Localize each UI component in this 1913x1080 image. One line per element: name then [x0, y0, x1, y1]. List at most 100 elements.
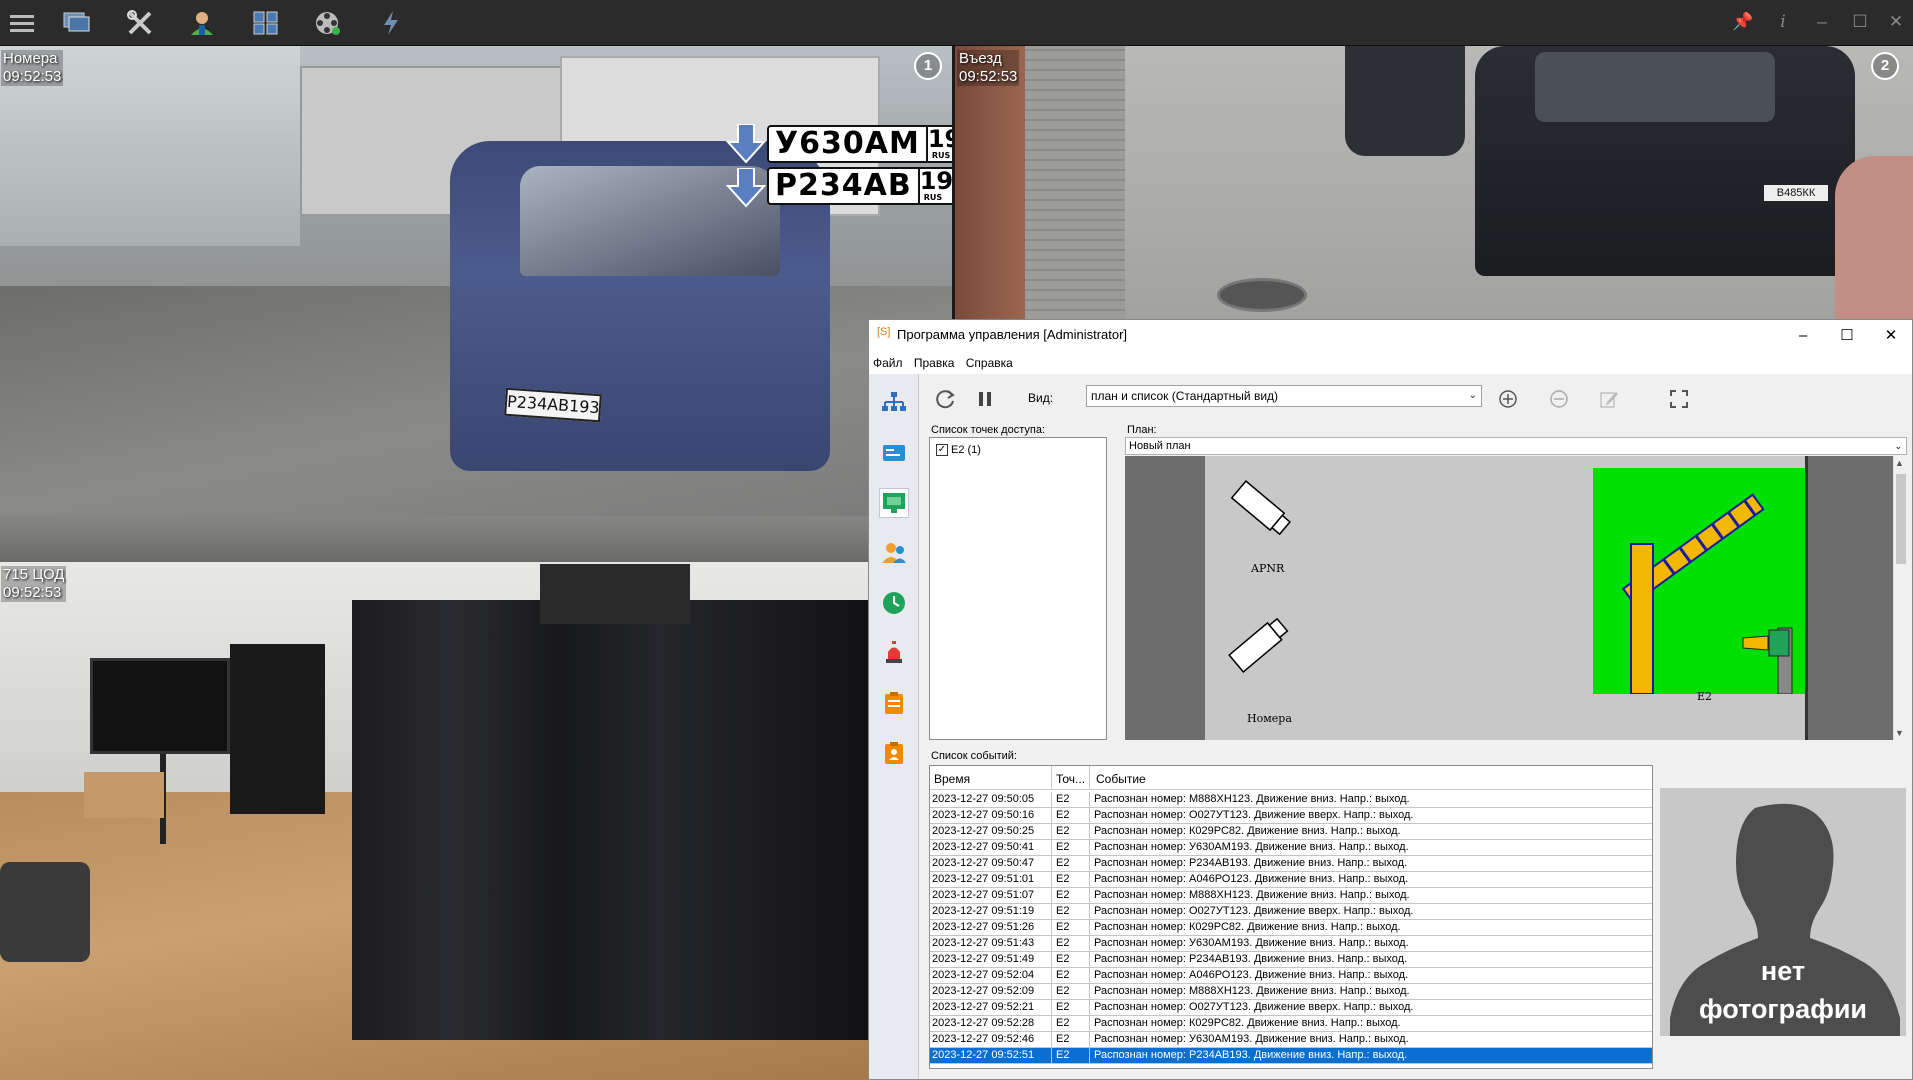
table-row[interactable]: 2023-12-27 09:52:09 E2 Распознан номер: М8…: [930, 984, 1652, 1000]
table-row[interactable]: 2023-12-27 09:52:28 E2 Распознан номер: К0…: [930, 1016, 1652, 1032]
plan-canvas[interactable]: APNR Номера E2: [1125, 456, 1893, 740]
plan-area: APNR Номера E2: [1205, 456, 1805, 740]
column-time[interactable]: Время: [934, 772, 970, 786]
window-minimize-button[interactable]: –: [1789, 324, 1817, 348]
fullscreen-icon[interactable]: [1666, 386, 1692, 412]
camera-number-badge: 1: [914, 52, 942, 80]
menu-file[interactable]: Файл: [869, 352, 907, 370]
table-row[interactable]: 2023-12-27 09:51:07 E2 Распознан номер: М8…: [930, 888, 1652, 904]
table-row[interactable]: 2023-12-27 09:50:47 E2 Распознан номер: Р2…: [930, 856, 1652, 872]
events-table-header: Время Точ... Событие: [930, 766, 1652, 790]
minimize-icon[interactable]: –: [1810, 10, 1834, 34]
menu-edit[interactable]: Правка: [910, 352, 959, 370]
table-row[interactable]: 2023-12-27 09:52:46 E2 Распознан номер: У6…: [930, 1032, 1652, 1048]
event-time: 2023-12-27 09:51:01: [932, 873, 1035, 885]
menu-icon[interactable]: [6, 8, 38, 38]
event-text: Распознан номер: Р234АВ193. Движение вни…: [1094, 953, 1408, 965]
table-row[interactable]: 2023-12-27 09:51:19 E2 Распознан номер: О0…: [930, 904, 1652, 920]
pin-icon[interactable]: 📌: [1731, 10, 1755, 34]
table-row[interactable]: 2023-12-27 09:51:01 E2 Распознан номер: А0…: [930, 872, 1652, 888]
access-point-list: ✓ E2 (1): [929, 437, 1107, 740]
speaker-panel: [230, 644, 325, 814]
event-time: 2023-12-27 09:51:07: [932, 889, 1035, 901]
video-icon[interactable]: [312, 8, 344, 38]
refresh-icon[interactable]: [932, 386, 958, 412]
event-point: E2: [1056, 857, 1070, 869]
window-maximize-button[interactable]: ☐: [1833, 324, 1861, 348]
menu-bar: Файл Правка Справка: [869, 352, 1912, 374]
close-icon[interactable]: ✕: [1884, 10, 1908, 34]
barrier-icon[interactable]: [1593, 468, 1805, 694]
events-table: Время Точ... Событие 2023-12-27 09:50:05…: [929, 765, 1653, 1069]
event-text: Распознан номер: К029РС82. Движение вниз…: [1094, 825, 1401, 837]
edit-icon[interactable]: [1596, 386, 1622, 412]
access-point-item[interactable]: ✓ E2 (1): [936, 444, 981, 456]
ground-near: [0, 516, 952, 562]
maximize-icon[interactable]: ☐: [1848, 10, 1872, 34]
event-point: E2: [1056, 825, 1070, 837]
view-select[interactable]: план и список (Стандартный вид) ⌄: [1086, 385, 1482, 407]
window-close-button[interactable]: ✕: [1877, 324, 1905, 348]
layout-icon[interactable]: [250, 8, 282, 38]
zoom-out-icon[interactable]: [1546, 386, 1572, 412]
monitoring-icon[interactable]: [879, 488, 909, 518]
plate-badge-1: У630АМ 193RUS: [767, 125, 952, 163]
zoom-in-icon[interactable]: [1495, 386, 1521, 412]
cards-icon[interactable]: [879, 438, 909, 468]
report-icon[interactable]: [879, 688, 909, 718]
menu-help[interactable]: Справка: [962, 352, 1017, 370]
control-program-window: [S] Программа управления [Administrator]…: [868, 319, 1913, 1080]
table-row[interactable]: 2023-12-27 09:50:16 E2 Распознан номер: О0…: [930, 808, 1652, 824]
camera-apnr-caption: APNR: [1251, 562, 1285, 575]
window-titlebar: [S] Программа управления [Administrator]…: [869, 320, 1912, 352]
event-text: Распознан номер: М888ХН123. Движение вни…: [1094, 793, 1410, 805]
event-text: Распознан номер: О027УТ123. Движение вве…: [1094, 905, 1414, 917]
table-row[interactable]: 2023-12-27 09:51:49 E2 Распознан номер: Р2…: [930, 952, 1652, 968]
camera-plates-caption: Номера: [1247, 712, 1292, 725]
camera-tile-server-room[interactable]: 715 ЦОД 09:52:53: [0, 562, 868, 1080]
alarm-icon[interactable]: [879, 638, 909, 668]
event-text: Распознан номер: У630АМ193. Движение вни…: [1094, 937, 1409, 949]
camera-tile-entrance[interactable]: В485КК Въезд 09:52:53 2: [955, 46, 1913, 319]
plan-select[interactable]: Новый план ⌄: [1125, 437, 1907, 455]
camera-apnr-icon[interactable]: [1219, 474, 1299, 544]
pause-icon[interactable]: [972, 386, 998, 412]
column-point[interactable]: Точ...: [1056, 772, 1085, 786]
scroll-down-icon[interactable]: ▼: [1895, 728, 1904, 738]
event-text: Распознан номер: О027УТ123. Движение вве…: [1094, 809, 1414, 821]
tools-icon[interactable]: [124, 8, 156, 38]
scroll-thumb[interactable]: [1896, 474, 1906, 564]
event-text: Распознан номер: А046РО123. Движение вни…: [1094, 873, 1409, 885]
column-event[interactable]: Событие: [1096, 772, 1146, 786]
camera-number-badge: 2: [1871, 52, 1899, 80]
camera-plates-icon[interactable]: [1219, 612, 1299, 682]
event-point: E2: [1056, 1017, 1070, 1029]
event-text: Распознан номер: К029РС82. Движение вниз…: [1094, 921, 1401, 933]
plan-scrollbar[interactable]: ▲ ▼: [1893, 456, 1907, 740]
table-row[interactable]: 2023-12-27 09:50:41 E2 Распознан номер: У6…: [930, 840, 1652, 856]
table-row[interactable]: 2023-12-27 09:52:51 E2 Распознан номер: Р2…: [930, 1048, 1652, 1064]
table-row[interactable]: 2023-12-27 09:50:05 E2 Распознан номер: М8…: [930, 792, 1652, 808]
event-point: E2: [1056, 809, 1070, 821]
event-point: E2: [1056, 937, 1070, 949]
table-row[interactable]: 2023-12-27 09:50:25 E2 Распознан номер: К0…: [930, 824, 1652, 840]
hierarchy-icon[interactable]: [879, 388, 909, 418]
monitors-icon[interactable]: [61, 8, 93, 38]
users-icon[interactable]: [879, 538, 909, 568]
events-icon[interactable]: [375, 8, 407, 38]
table-row[interactable]: 2023-12-27 09:51:26 E2 Распознан номер: К0…: [930, 920, 1652, 936]
schedule-icon[interactable]: [879, 588, 909, 618]
table-row[interactable]: 2023-12-27 09:52:04 E2 Распознан номер: А0…: [930, 968, 1652, 984]
checkbox[interactable]: ✓: [936, 444, 948, 456]
plan-wall: [1805, 456, 1808, 740]
info-icon[interactable]: i: [1771, 10, 1795, 34]
event-time: 2023-12-27 09:50:25: [932, 825, 1035, 837]
operator-icon[interactable]: [186, 8, 218, 38]
table-row[interactable]: 2023-12-27 09:52:21 E2 Распознан номер: О0…: [930, 1000, 1652, 1016]
camera-tile-plates[interactable]: Р234АВ193 Номера 09:52:53 1 У630АМ 193RU…: [0, 46, 952, 562]
table-row[interactable]: 2023-12-27 09:51:43 E2 Распознан номер: У6…: [930, 936, 1652, 952]
report-user-icon[interactable]: [879, 738, 909, 768]
event-time: 2023-12-27 09:52:21: [932, 1001, 1035, 1013]
scroll-up-icon[interactable]: ▲: [1895, 458, 1904, 468]
camera-label: Номера 09:52:53: [1, 50, 64, 86]
